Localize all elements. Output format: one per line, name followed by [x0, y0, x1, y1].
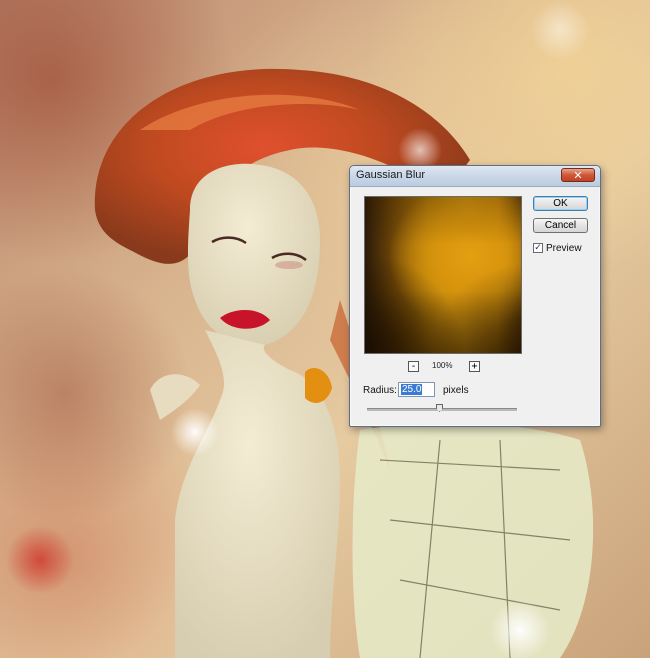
- blur-preview-pane[interactable]: [364, 196, 522, 354]
- radius-value: 25.0: [401, 384, 423, 395]
- close-icon: ✕: [573, 168, 583, 182]
- dialog-title: Gaussian Blur: [356, 169, 426, 181]
- preview-image: [365, 197, 521, 353]
- radius-input[interactable]: 25.0: [398, 382, 435, 397]
- radius-label: Radius:: [363, 385, 397, 396]
- radius-units: pixels: [443, 385, 469, 396]
- cancel-button[interactable]: Cancel: [533, 218, 588, 233]
- zoom-in-button[interactable]: +: [469, 361, 480, 372]
- ok-button[interactable]: OK: [533, 196, 588, 211]
- close-button[interactable]: ✕: [561, 168, 595, 182]
- preview-checkbox[interactable]: ✓: [533, 243, 543, 253]
- zoom-level: 100%: [432, 361, 453, 370]
- zoom-out-button[interactable]: -: [408, 361, 419, 372]
- dialog-titlebar[interactable]: Gaussian Blur ✕: [350, 166, 600, 187]
- preview-label: Preview: [546, 243, 582, 254]
- gaussian-blur-dialog: Gaussian Blur ✕ - 100% + Radius: 25.0 pi…: [349, 165, 601, 427]
